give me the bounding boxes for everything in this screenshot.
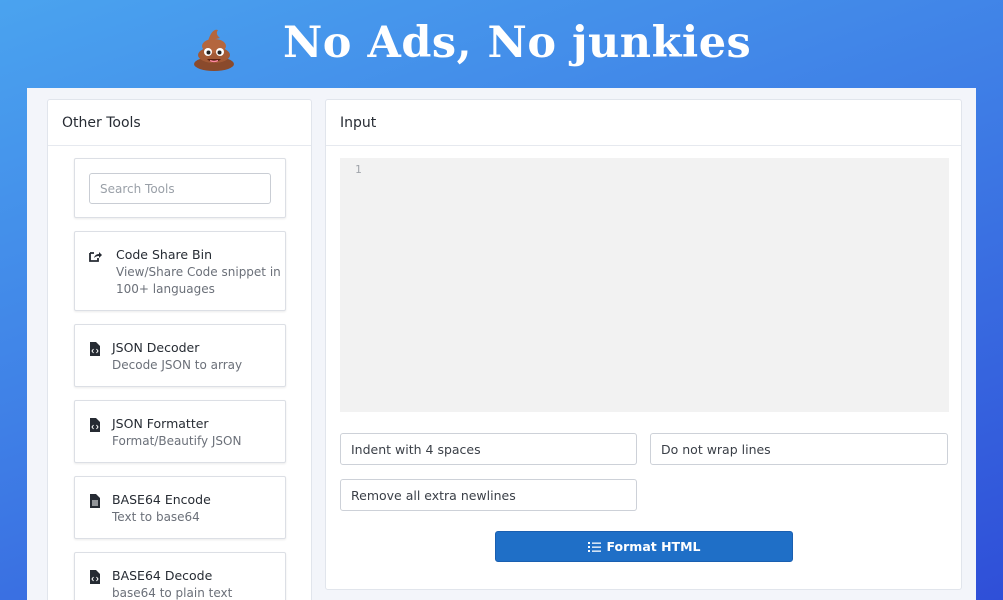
- tool-title: BASE64 Encode: [112, 492, 211, 507]
- banner-title: No Ads, No junkies: [283, 18, 752, 68]
- search-tools-input[interactable]: [89, 173, 271, 204]
- tool-description: Text to base64: [112, 510, 200, 524]
- tool-description: Decode JSON to array: [112, 358, 243, 372]
- other-tools-header: Other Tools: [48, 100, 311, 146]
- share-icon: [89, 252, 102, 262]
- tool-title: JSON Decoder: [112, 340, 200, 355]
- tool-description: Format/Beautify JSON: [112, 434, 242, 448]
- tool-item-code-share-bin[interactable]: Code Share Bin View/Share Code snippet i…: [74, 231, 286, 311]
- tool-item-json-decoder[interactable]: JSON Decoder Decode JSON to array: [74, 324, 286, 387]
- line-number: 1: [355, 163, 362, 176]
- other-tools-panel: Other Tools Code Share Bin View/Share Co…: [47, 99, 312, 600]
- format-html-label: Format HTML: [606, 539, 701, 554]
- newlines-select[interactable]: Remove all extra newlines: [340, 479, 637, 511]
- indent-select[interactable]: Indent with 4 spaces: [340, 433, 637, 465]
- file-code-icon: [90, 342, 100, 356]
- tool-title: BASE64 Decode: [112, 568, 213, 583]
- tool-title: Code Share Bin: [116, 247, 212, 262]
- wrap-select[interactable]: Do not wrap lines: [650, 433, 948, 465]
- tool-title: JSON Formatter: [112, 416, 209, 431]
- input-panel: Input 1 Indent with 4 spaces Do not wrap…: [325, 99, 962, 590]
- file-code-icon: [90, 570, 100, 584]
- tool-item-base64-encode[interactable]: BASE64 Encode Text to base64: [74, 476, 286, 539]
- file-code-icon: [90, 418, 100, 432]
- format-html-button[interactable]: Format HTML: [495, 531, 793, 562]
- tool-description: View/Share Code snippet in 100+ language…: [116, 265, 281, 296]
- code-editor[interactable]: 1: [340, 158, 949, 412]
- content-sheet: Other Tools Code Share Bin View/Share Co…: [27, 88, 976, 600]
- tool-item-json-formatter[interactable]: JSON Formatter Format/Beautify JSON: [74, 400, 286, 463]
- input-header: Input: [326, 100, 961, 146]
- top-banner: No Ads, No junkies: [0, 0, 1003, 88]
- list-icon: [587, 541, 601, 552]
- tool-item-base64-decode[interactable]: BASE64 Decode base64 to plain text: [74, 552, 286, 600]
- poop-emoji-icon: [194, 29, 234, 71]
- tool-description: base64 to plain text: [112, 586, 233, 600]
- search-tools-box: [74, 158, 286, 218]
- file-text-icon: [90, 494, 100, 508]
